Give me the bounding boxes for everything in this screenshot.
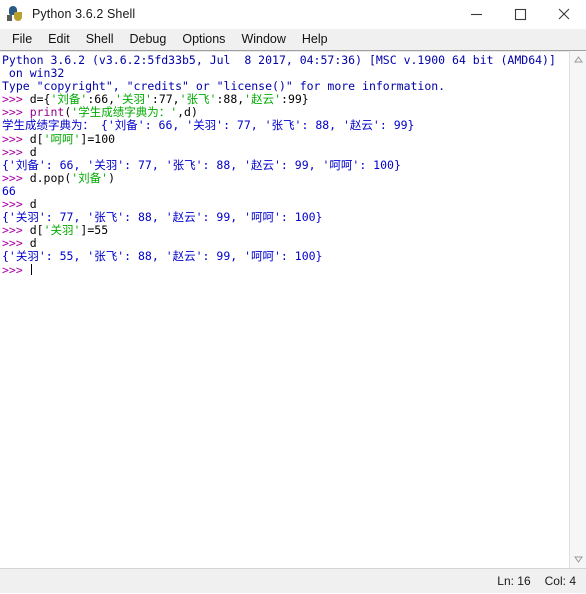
idle-shell-window: Python 3.6.2 Shell File Edit Shell Debug…: [0, 0, 586, 594]
console-text-code: :66,: [87, 92, 116, 107]
title-bar: Python 3.6.2 Shell: [0, 0, 586, 29]
window-controls: [454, 0, 586, 28]
console-text-code: ]=100: [80, 131, 116, 146]
menu-item-debug[interactable]: Debug: [122, 31, 175, 48]
console-text-code: d[: [29, 223, 44, 238]
console-text-code: :88,: [216, 92, 245, 107]
console-text-string: '赵云': [244, 92, 282, 107]
console-text-string: '刘备': [71, 170, 109, 185]
console-text-banner: on win32: [2, 66, 65, 81]
menu-item-options[interactable]: Options: [174, 31, 233, 48]
console-text-string: '呵呵': [43, 131, 81, 146]
menu-item-help[interactable]: Help: [294, 31, 336, 48]
console-text-prompt: >>>: [2, 131, 30, 146]
console-text-banner: Type "copyright", "credits" or "license(…: [2, 79, 446, 94]
menu-item-window[interactable]: Window: [233, 31, 293, 48]
console-text-prompt: >>>: [2, 105, 30, 120]
console-text-prompt: >>>: [2, 236, 30, 251]
menu-item-edit[interactable]: Edit: [40, 31, 78, 48]
vertical-scroll-track[interactable]: [570, 68, 586, 551]
console-line: >>> d.pop('刘备'): [2, 170, 569, 185]
menu-item-shell[interactable]: Shell: [78, 31, 122, 48]
console-line: >>>: [2, 262, 569, 277]
console-line: Python 3.6.2 (v3.6.2:5fd33b5, Jul 8 2017…: [2, 53, 569, 67]
console-text-code: d[: [29, 131, 44, 146]
console-text-prompt: >>>: [2, 170, 30, 185]
console-text-string: '刘备': [50, 92, 88, 107]
console-text-code: ): [108, 170, 116, 185]
console-text-code: d: [29, 236, 37, 251]
text-cursor: [30, 263, 32, 275]
console-text-code: :77,: [151, 92, 180, 107]
console-text-prompt: >>>: [2, 92, 30, 107]
console-text-code: :99}: [281, 92, 309, 107]
console-text-output: 66: [2, 183, 16, 198]
console-text-string: '关羽': [43, 223, 81, 238]
console-text-code: ,d): [177, 105, 198, 120]
status-column-indicator: Col: 4: [544, 574, 576, 588]
console-text-prompt: >>>: [2, 262, 30, 277]
close-button[interactable]: [542, 0, 586, 28]
console-text-string: '张飞': [179, 92, 217, 107]
window-title: Python 3.6.2 Shell: [32, 7, 136, 21]
vertical-scrollbar[interactable]: [569, 51, 586, 568]
console-text-code: ]=55: [80, 223, 109, 238]
console-text-output: {'关羽': 77, '张飞': 88, '赵云': 99, '呵呵': 100…: [2, 210, 323, 225]
console-line: {'关羽': 55, '张飞': 88, '赵云': 99, '呵呵': 100…: [2, 250, 569, 263]
python-logo-icon: [7, 5, 25, 23]
status-line-indicator: Ln: 16: [497, 574, 531, 588]
console-text-code: d: [29, 197, 37, 212]
console-text-builtin: print: [29, 105, 65, 120]
console-text-prompt: >>>: [2, 197, 30, 212]
console-text-banner: Python 3.6.2 (v3.6.2:5fd33b5, Jul 8 2017…: [2, 53, 556, 67]
status-bar: Ln: 16 Col: 4: [0, 568, 586, 593]
console-text-prompt: >>>: [2, 223, 30, 238]
console-text-prompt: >>>: [2, 144, 30, 159]
scroll-down-arrow-icon[interactable]: [570, 551, 586, 568]
console-text-code: d.pop(: [29, 170, 72, 185]
menu-item-file[interactable]: File: [4, 31, 40, 48]
console-text-output: {'刘备': 66, '关羽': 77, '张飞': 88, '赵云': 99,…: [2, 157, 401, 172]
console-text-string: '关羽': [115, 92, 152, 107]
console-line: >>> d['关羽']=55: [2, 224, 569, 237]
minimize-button[interactable]: [454, 0, 498, 28]
console-text-string: '学生成绩字典为：': [71, 105, 178, 120]
console-text-code: d: [29, 144, 37, 159]
maximize-button[interactable]: [498, 0, 542, 28]
console-output[interactable]: Python 3.6.2 (v3.6.2:5fd33b5, Jul 8 2017…: [2, 53, 569, 277]
shell-text-area[interactable]: Python 3.6.2 (v3.6.2:5fd33b5, Jul 8 2017…: [0, 51, 569, 568]
menu-bar: File Edit Shell Debug Options Window Hel…: [0, 29, 586, 51]
console-line: 66: [2, 183, 569, 198]
console-line: >>> d['呵呵']=100: [2, 131, 569, 146]
console-text-code: d={: [29, 92, 51, 107]
console-text-output: 学生成绩字典为： {'刘备': 66, '关羽': 77, '张飞': 88, …: [2, 118, 415, 133]
console-text-output: {'关羽': 55, '张飞': 88, '赵云': 99, '呵呵': 100…: [2, 249, 323, 264]
shell-work-area: Python 3.6.2 (v3.6.2:5fd33b5, Jul 8 2017…: [0, 51, 586, 568]
scroll-up-arrow-icon[interactable]: [570, 51, 586, 68]
